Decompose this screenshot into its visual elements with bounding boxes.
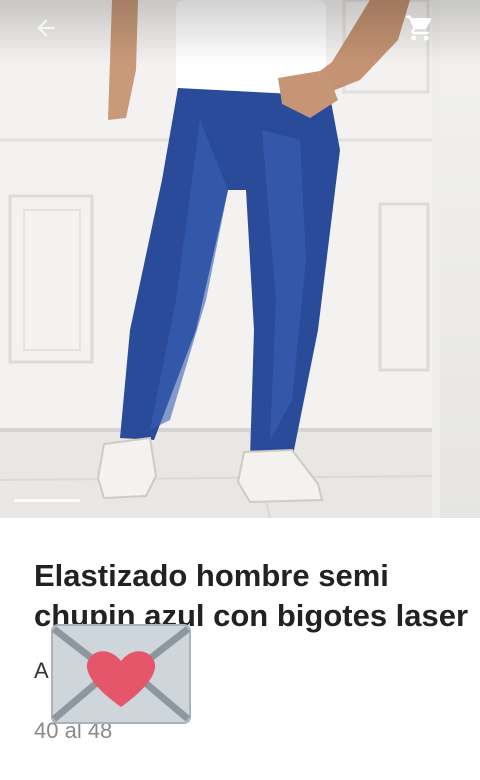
arrow-left-icon — [37, 19, 55, 37]
product-meta: A — [34, 658, 49, 683]
shopping-cart-icon — [406, 15, 432, 41]
next-photo-peek[interactable] — [440, 0, 480, 518]
product-image-gallery[interactable] — [0, 0, 480, 518]
gallery-indicators — [14, 499, 80, 503]
back-button[interactable] — [28, 10, 64, 46]
cart-button[interactable] — [400, 8, 440, 48]
love-letter-icon[interactable] — [50, 623, 192, 725]
product-photo[interactable] — [0, 0, 432, 518]
gallery-indicator-active[interactable] — [14, 499, 80, 502]
